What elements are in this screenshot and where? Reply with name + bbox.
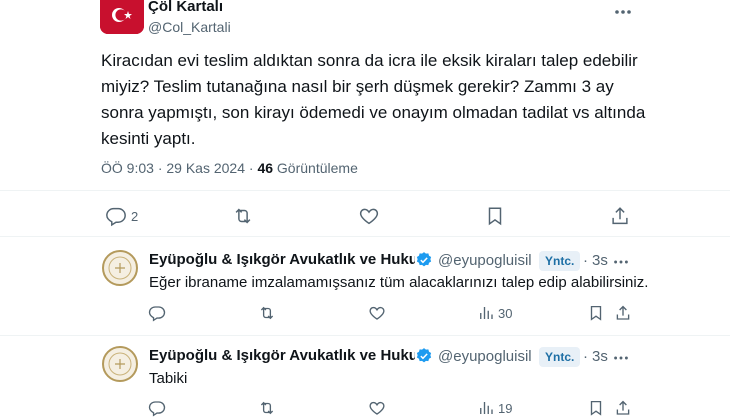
like-icon[interactable] (368, 399, 386, 417)
verified-badge-icon (415, 347, 433, 365)
reply-icon[interactable] (105, 205, 127, 227)
views-icon[interactable] (477, 304, 495, 322)
affiliation-badge[interactable]: Yntc. (539, 347, 581, 367)
reply-text: Eğer ibraname imzalamamışsanız tüm alaca… (149, 274, 649, 291)
bookmark-icon[interactable] (587, 399, 605, 417)
more-options-icon[interactable] (613, 2, 633, 22)
tweet-text: Kiracıdan evi teslim aldıktan sonra da i… (101, 51, 646, 148)
meta-separator: · (248, 160, 254, 176)
bookmark-icon[interactable] (587, 304, 605, 322)
reply-separator: · (583, 252, 588, 269)
reply-avatar[interactable] (102, 250, 138, 286)
like-icon[interactable] (368, 304, 386, 322)
like-icon[interactable] (358, 205, 380, 227)
reply-author-name[interactable]: Eyüpoğlu & Işıkgör Avukatlık ve Hukuk B (149, 251, 415, 268)
tweet-time[interactable]: ÖÖ 9:03 (101, 160, 154, 176)
reply-time[interactable]: 3s (592, 348, 608, 365)
author-avatar[interactable] (100, 0, 144, 34)
verified-badge-icon (415, 251, 433, 269)
retweet-icon[interactable] (232, 205, 254, 227)
author-handle[interactable]: @Col_Kartali (148, 19, 231, 35)
reply-icon[interactable] (148, 399, 166, 417)
reply-author-handle[interactable]: @eyupogluisil (438, 252, 532, 269)
meta-separator: · (157, 160, 163, 176)
reply-icon[interactable] (148, 304, 166, 322)
share-icon[interactable] (609, 205, 631, 227)
retweet-icon[interactable] (258, 304, 276, 322)
views-icon[interactable] (477, 399, 495, 417)
divider (0, 190, 730, 191)
divider (0, 335, 730, 336)
divider (0, 236, 730, 237)
reply-author-handle[interactable]: @eyupogluisil (438, 348, 532, 365)
views-count: 46 (257, 160, 274, 176)
bookmark-icon[interactable] (484, 205, 506, 227)
more-options-icon[interactable] (612, 253, 630, 271)
more-options-icon[interactable] (612, 349, 630, 367)
reply-separator: · (583, 348, 588, 365)
author-name[interactable]: Çöl Kartalı (148, 0, 223, 15)
reply-count: 2 (131, 209, 139, 224)
views-count: 19 (498, 401, 513, 416)
share-icon[interactable] (614, 304, 632, 322)
views-count: 30 (498, 306, 513, 321)
affiliation-badge[interactable]: Yntc. (539, 251, 581, 271)
share-icon[interactable] (614, 399, 632, 417)
tweet-meta: ÖÖ 9:03 · 29 Kas 2024 · 46 Görüntüleme (101, 160, 358, 176)
retweet-icon[interactable] (258, 399, 276, 417)
reply-author-name[interactable]: Eyüpoğlu & Işıkgör Avukatlık ve Hukuk B (149, 347, 415, 364)
tweet-date[interactable]: 29 Kas 2024 (166, 160, 245, 176)
views-label: Görüntüleme (276, 160, 358, 176)
reply-text: Tabiki (149, 370, 188, 387)
reply-time[interactable]: 3s (592, 252, 608, 269)
reply-avatar[interactable] (102, 346, 138, 382)
